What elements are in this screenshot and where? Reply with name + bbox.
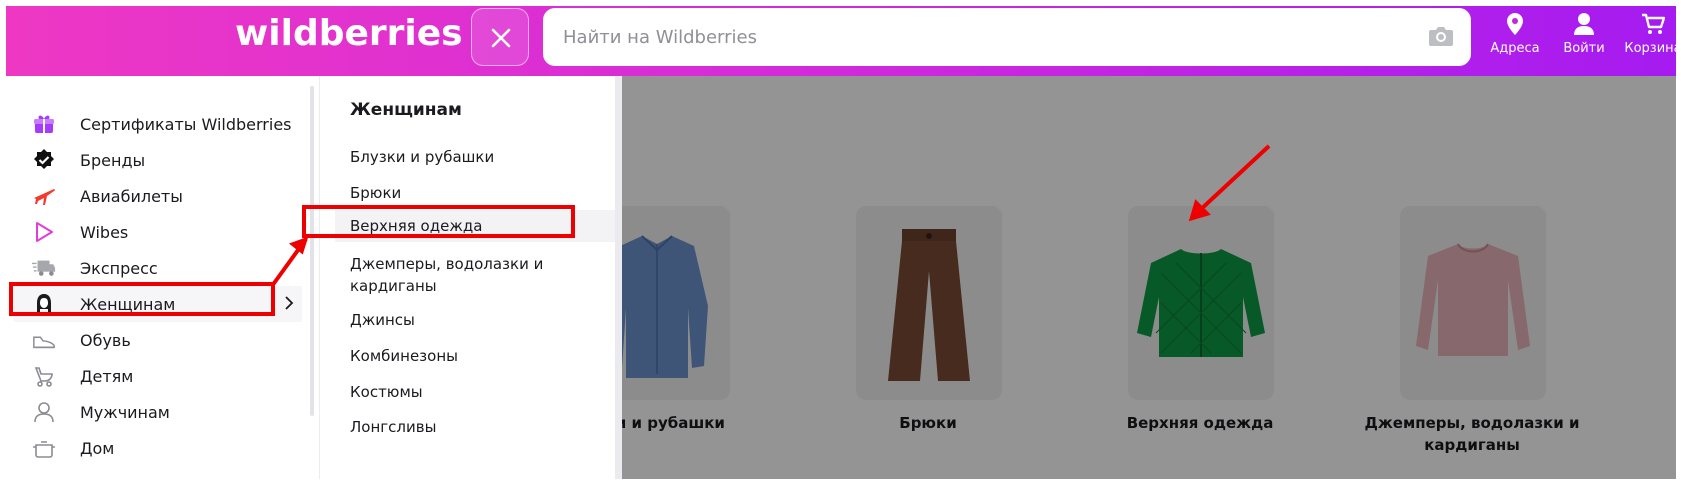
catalog-sidebar: Сертификаты Wildberries Бренды Авиабилет… xyxy=(6,76,319,479)
sidebar-item-wibes[interactable]: Wibes xyxy=(32,214,302,250)
addresses-button[interactable]: Адреса xyxy=(1485,12,1545,68)
sidebar-item-label: Бренды xyxy=(80,150,146,170)
chevron-right-icon xyxy=(285,296,294,310)
sidebar-item-label: Экспресс xyxy=(80,258,158,278)
category-card[interactable]: Джемперы, водолазки и кардиганы xyxy=(1338,198,1606,479)
category-card-caption: узки и рубашки xyxy=(622,414,725,432)
logo[interactable]: wildberries xyxy=(235,13,463,54)
sidebar-item-shoes[interactable]: Обувь xyxy=(32,322,302,358)
category-card[interactable]: Верхняя одежда xyxy=(1066,198,1334,479)
submenu-item[interactable]: Комбинезоны xyxy=(350,345,610,367)
category-card-caption: Брюки xyxy=(899,414,957,432)
sidebar-item-label: Женщинам xyxy=(80,294,176,314)
sidebar-item-label: Детям xyxy=(80,366,134,386)
addresses-label: Адреса xyxy=(1490,41,1540,56)
close-menu-button[interactable] xyxy=(471,8,529,66)
location-pin-icon xyxy=(1507,13,1523,35)
sidebar-item-label: Обувь xyxy=(80,330,131,350)
submenu-item[interactable]: Джемперы, водолазки и кардиганы xyxy=(350,253,610,297)
verified-badge-icon xyxy=(32,148,56,172)
user-icon xyxy=(1574,13,1594,35)
camera-icon[interactable] xyxy=(1428,24,1454,48)
submenu-item[interactable]: Лонгсливы xyxy=(350,416,610,438)
close-icon xyxy=(491,28,511,48)
airplane-icon xyxy=(32,184,56,208)
cart-label: Корзина xyxy=(1624,41,1676,56)
product-image-pink-sweatshirt xyxy=(1400,206,1546,400)
submenu-item[interactable]: Костюмы xyxy=(350,381,610,403)
submenu-item-outerwear[interactable]: Верхняя одежда xyxy=(335,210,615,242)
app-window: wildberries Адреса xyxy=(6,6,1676,479)
category-card-caption: Джемперы, водолазки и кардиганы xyxy=(1364,414,1580,454)
sidebar-item-certificates[interactable]: Сертификаты Wildberries xyxy=(32,106,302,142)
login-button[interactable]: Войти xyxy=(1554,12,1614,68)
pot-icon xyxy=(32,436,56,460)
product-image-blue-shirt xyxy=(622,206,730,400)
category-card[interactable]: узки и рубашки xyxy=(622,198,790,479)
submenu-item[interactable]: Джинсы xyxy=(350,309,610,331)
product-image-green-jacket xyxy=(1128,206,1274,400)
truck-icon xyxy=(32,256,56,280)
sidebar-item-label: Дом xyxy=(80,438,115,458)
login-label: Войти xyxy=(1563,41,1605,56)
cart-button[interactable]: Корзина xyxy=(1623,12,1676,68)
sidebar-item-label: Мужчинам xyxy=(80,402,170,422)
category-card[interactable]: Брюки xyxy=(794,198,1062,479)
cart-icon xyxy=(1642,13,1665,34)
category-card-caption: Верхняя одежда xyxy=(1126,414,1274,432)
product-image-brown-trousers xyxy=(856,206,1002,400)
stroller-icon xyxy=(32,364,56,388)
sidebar-item-label: Сертификаты Wildberries xyxy=(80,114,292,134)
sidebar-item-men[interactable]: Мужчинам xyxy=(32,394,302,430)
man-icon xyxy=(32,400,56,424)
shoe-icon xyxy=(32,328,56,352)
submenu-item[interactable]: Брюки xyxy=(350,182,610,204)
gift-icon xyxy=(32,112,56,136)
woman-icon xyxy=(32,292,56,316)
catalog-content: узки и рубашки Брюки Верхняя одежда Джем… xyxy=(622,76,1676,479)
submenu-title: Женщинам xyxy=(350,100,462,120)
sidebar-item-women[interactable]: Женщинам xyxy=(14,286,302,322)
sidebar-item-label: Wibes xyxy=(80,222,129,242)
sidebar-item-home[interactable]: Дом xyxy=(32,430,302,466)
submenu-item[interactable]: Блузки и рубашки xyxy=(350,146,610,168)
play-icon xyxy=(32,220,56,244)
sidebar-scrollbar[interactable] xyxy=(310,86,314,416)
sidebar-item-label: Авиабилеты xyxy=(80,186,183,206)
submenu-scrollbar[interactable] xyxy=(615,76,622,479)
search-input[interactable] xyxy=(543,8,1403,66)
sidebar-item-express[interactable]: Экспресс xyxy=(32,250,302,286)
sidebar-item-kids[interactable]: Детям xyxy=(32,358,302,394)
search-bar xyxy=(543,8,1471,66)
sidebar-item-brands[interactable]: Бренды xyxy=(32,142,302,178)
sidebar-item-flights[interactable]: Авиабилеты xyxy=(32,178,302,214)
header: wildberries Адреса xyxy=(6,6,1676,76)
category-submenu: Женщинам Блузки и рубашки Брюки Верхняя … xyxy=(319,76,622,479)
